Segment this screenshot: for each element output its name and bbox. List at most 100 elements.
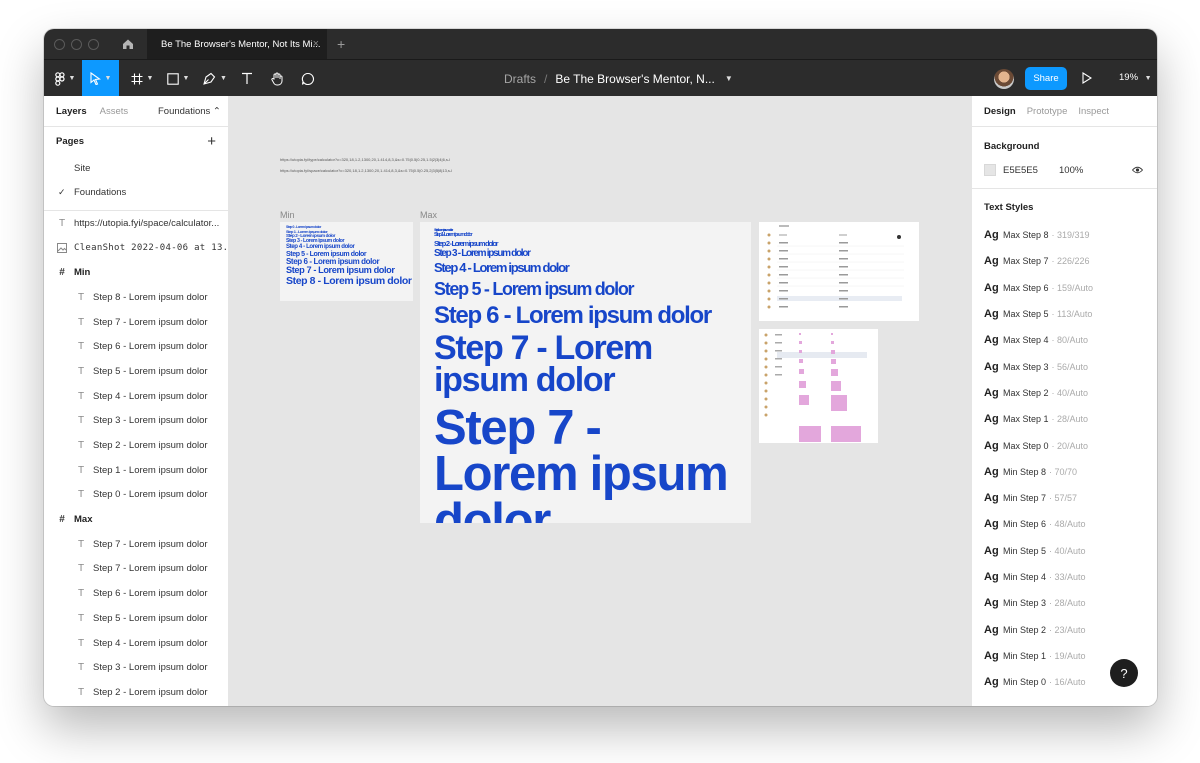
text-style-glyph: Ag	[984, 676, 999, 689]
text-style-item[interactable]: Ag Max Step 1 · 28/Auto	[972, 406, 1157, 432]
sample-text: Step 7 - Lorem ipsum dolor	[434, 400, 729, 523]
layer-text-step[interactable]: T Step 4 - Lorem ipsum dolor	[44, 631, 228, 656]
close-window-button[interactable]	[54, 38, 65, 50]
left-panel-tabs: Layers Assets Foundations ⌃	[44, 96, 228, 127]
tab-layers[interactable]: Layers	[56, 106, 87, 117]
layer-text-step[interactable]: T Step 6 - Lorem ipsum dolor	[44, 334, 228, 359]
layer-text-step[interactable]: T Step 2 - Lorem ipsum dolor	[44, 680, 228, 705]
text-style-glyph: Ag	[984, 360, 999, 373]
zoom-window-button[interactable]	[88, 38, 99, 50]
frame-min[interactable]: Step 0 - Lorem ipsum dolor Step 1 - Lore…	[280, 222, 413, 301]
help-button[interactable]: ?	[1110, 659, 1138, 687]
text-style-item[interactable]: Ag Min Step 7 · 57/57	[972, 485, 1157, 511]
zoom-menu[interactable]: 19% ▼	[1119, 72, 1152, 83]
layer-frame-max[interactable]: # Max	[44, 507, 228, 532]
text-style-item[interactable]: Ag Min Step 3 · 28/Auto	[972, 590, 1157, 616]
tab-assets[interactable]: Assets	[100, 106, 129, 117]
frame-label-max[interactable]: Max	[420, 210, 437, 220]
text-style-item[interactable]: Ag Max Step 6 · 159/Auto	[972, 275, 1157, 301]
close-tab-icon[interactable]: ×	[313, 38, 319, 50]
tab-prototype[interactable]: Prototype	[1027, 106, 1068, 117]
frame-tool-button[interactable]: ▼	[127, 60, 157, 97]
properties-panel: Design Prototype Inspect Background E5E5…	[971, 96, 1157, 706]
tab-inspect[interactable]: Inspect	[1078, 106, 1109, 117]
text-style-item[interactable]: Ag Max Step 7 · 226/226	[972, 248, 1157, 274]
page-switcher[interactable]: Foundations ⌃	[158, 106, 221, 117]
new-tab-icon[interactable]: +	[337, 36, 345, 52]
frame-max[interactable]: Step 0 - Lorem ipsum dolor Step 1 - Lore…	[420, 222, 751, 523]
layer-cleanshot-image[interactable]: CleanShot 2022-04-06 at 13.20 1	[44, 236, 228, 261]
layer-label: Step 6 - Lorem ipsum dolor	[93, 588, 208, 600]
text-style-item[interactable]: Ag Min Step 4 · 33/Auto	[972, 564, 1157, 590]
text-style-item[interactable]: Ag Max Step 3 · 56/Auto	[972, 353, 1157, 379]
layer-text-step[interactable]: T Step 4 - Lorem ipsum dolor	[44, 384, 228, 409]
sample-text: Step 7 - Lorem ipsum dolor	[434, 329, 653, 400]
layer-url-text[interactable]: T https://utopia.fyi/space/calculator...	[44, 211, 228, 236]
text-style-name: Min Step 5	[1003, 545, 1047, 556]
layer-text-step[interactable]: T Step 7 - Lorem ipsum dolor	[44, 310, 228, 335]
layer-text-step[interactable]: T Step 2 - Lorem ipsum dolor	[44, 433, 228, 458]
background-opacity-input[interactable]: 100%	[1059, 165, 1083, 176]
text-style-item[interactable]: Ag Max Step 8 · 319/319	[972, 222, 1157, 248]
text-style-item[interactable]: Ag Max Step 4 · 80/Auto	[972, 327, 1157, 353]
text-style-item[interactable]: Ag Max Step 5 · 113/Auto	[972, 301, 1157, 327]
minimize-window-button[interactable]	[71, 38, 82, 50]
home-icon[interactable]	[121, 37, 135, 51]
layer-text-step[interactable]: T Step 5 - Lorem ipsum dolor	[44, 606, 228, 631]
layer-label: Step 2 - Lorem ipsum dolor	[93, 686, 208, 698]
page-item-site[interactable]: Site	[44, 156, 228, 181]
layer-label: Min	[74, 267, 91, 279]
chevron-down-icon[interactable]: ▼	[725, 74, 733, 83]
url-text-space[interactable]: https://utopia.fyi/space/calculator?c=32…	[280, 168, 452, 173]
figma-window: Be The Browser's Mentor, Not Its Mi... ×…	[44, 29, 1157, 706]
add-page-icon[interactable]: +	[207, 133, 216, 150]
layer-text-step[interactable]: T Step 7 - Lorem ipsum dolor	[44, 557, 228, 582]
share-button[interactable]: Share	[1025, 67, 1067, 90]
main-menu-button[interactable]: ▼	[50, 60, 80, 97]
space-calculator-screenshot-image[interactable]	[759, 329, 878, 443]
breadcrumb-drafts[interactable]: Drafts	[504, 72, 536, 86]
avatar[interactable]	[994, 69, 1014, 89]
text-style-item[interactable]: Ag Max Step 0 · 20/Auto	[972, 432, 1157, 458]
page-item-foundations[interactable]: ✓ Foundations	[44, 181, 228, 206]
divider	[972, 188, 1157, 189]
text-style-item[interactable]: Ag Min Step 5 · 40/Auto	[972, 538, 1157, 564]
tab-design[interactable]: Design	[984, 106, 1016, 117]
toolbar: ▼ ▼ ▼ ▼ ▼ Drafts / Be The Browser's Ment…	[44, 59, 1157, 97]
file-tab[interactable]: Be The Browser's Mentor, Not Its Mi... ×	[147, 29, 327, 59]
right-panel-tabs: Design Prototype Inspect	[972, 96, 1157, 127]
text-layer-icon: T	[77, 588, 85, 600]
layer-label: Max	[74, 514, 93, 526]
layer-text-step[interactable]: T Step 5 - Lorem ipsum dolor	[44, 359, 228, 384]
layer-text-step[interactable]: T Step 7 - Lorem ipsum dolor	[44, 532, 228, 557]
text-style-name: Max Step 6	[1003, 282, 1049, 293]
file-name[interactable]: Be The Browser's Mentor, N...	[555, 72, 714, 86]
layer-text-step[interactable]: T Step 8 - Lorem ipsum dolor	[44, 285, 228, 310]
layer-frame-min[interactable]: # Min	[44, 260, 228, 285]
layer-text-step[interactable]: T Step 6 - Lorem ipsum dolor	[44, 581, 228, 606]
text-style-item[interactable]: Ag Min Step 6 · 48/Auto	[972, 511, 1157, 537]
text-style-metrics: · 28/Auto	[1051, 414, 1089, 425]
layer-text-step[interactable]: T Step 3 - Lorem ipsum dolor	[44, 409, 228, 434]
shape-tool-button[interactable]: ▼	[163, 60, 193, 97]
canvas[interactable]: https://utopia.fyi/type/calculator?c=320…	[229, 96, 971, 706]
present-button[interactable]	[1082, 71, 1093, 89]
pages-title: Pages	[56, 136, 84, 147]
background-swatch[interactable]	[984, 164, 996, 176]
text-tool-button[interactable]	[236, 60, 258, 97]
eye-icon[interactable]	[1131, 166, 1144, 177]
calculator-screenshot-image[interactable]	[759, 222, 919, 321]
frame-label-min[interactable]: Min	[280, 210, 295, 220]
hand-tool-button[interactable]	[266, 60, 288, 97]
layer-text-step[interactable]: T Step 0 - Lorem ipsum dolor	[44, 483, 228, 508]
pen-tool-button[interactable]: ▼	[200, 60, 230, 97]
comment-tool-button[interactable]	[297, 60, 319, 97]
background-hex-input[interactable]: E5E5E5	[1003, 165, 1038, 176]
layer-text-step[interactable]: T Step 1 - Lorem ipsum dolor	[44, 458, 228, 483]
text-style-item[interactable]: Ag Min Step 8 · 70/70	[972, 459, 1157, 485]
text-style-item[interactable]: Ag Max Step 2 · 40/Auto	[972, 380, 1157, 406]
text-style-item[interactable]: Ag Min Step 2 · 23/Auto	[972, 616, 1157, 642]
layer-text-step[interactable]: T Step 3 - Lorem ipsum dolor	[44, 655, 228, 680]
url-text-type[interactable]: https://utopia.fyi/type/calculator?c=320…	[280, 157, 450, 162]
move-tool-button[interactable]: ▼	[82, 60, 119, 97]
